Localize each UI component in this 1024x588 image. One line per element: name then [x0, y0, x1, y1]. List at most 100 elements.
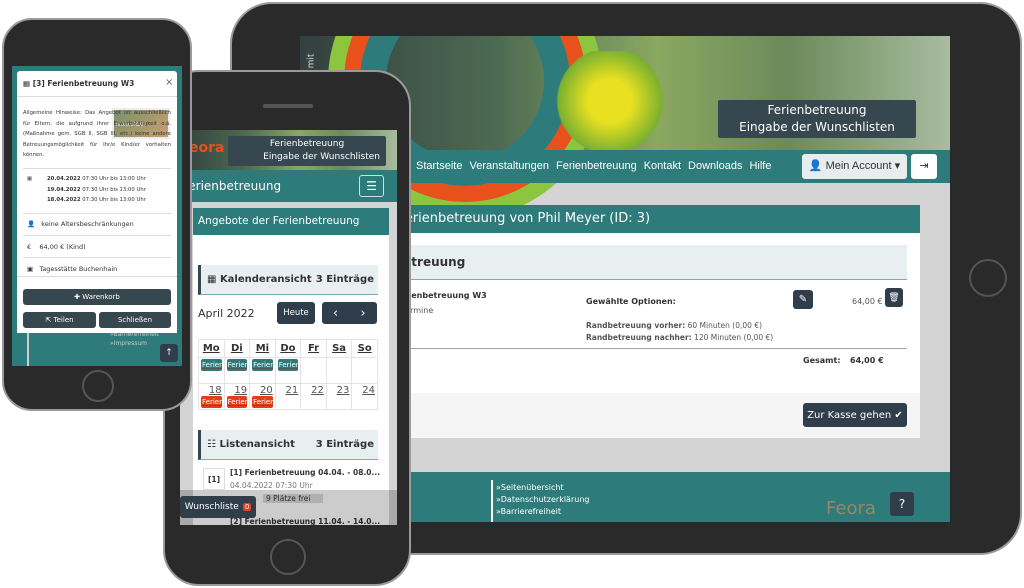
modal-close-button[interactable]: × — [165, 77, 173, 88]
prev-month-button[interactable]: ‹ — [322, 302, 349, 324]
hamburger-button[interactable]: ☰ — [359, 175, 384, 197]
opt2-label: Randbetreuung nachher: — [586, 333, 692, 342]
logout-icon: ⇥ — [919, 160, 929, 172]
euro-icon: € — [27, 243, 32, 251]
list-header: ☷ Listenansicht 3 Einträge — [198, 430, 378, 460]
close-modal-button[interactable]: Schließen — [99, 312, 171, 328]
share-button[interactable]: ⇱ Teilen — [23, 312, 96, 328]
phone-banner-line1: Ferienbetreuung — [269, 139, 345, 149]
delete-button[interactable]: 🗑 — [885, 288, 903, 307]
day-number: 22 — [311, 385, 324, 396]
panel-title-text: Ferienbetreuung von Phil Meyer (ID: 3) — [398, 211, 651, 226]
banner-line1: Ferienbetreuung — [767, 103, 867, 117]
calendar-event[interactable]: Ferien — [201, 359, 222, 371]
nav-ferienbetreuung[interactable]: Ferienbetreuung — [556, 160, 637, 172]
nav-veranstaltungen[interactable]: Veranstaltungen — [469, 160, 549, 172]
offer-modal: ▦ [3] Ferienbetreuung W3 × FEORA UPDATE … — [17, 71, 177, 333]
calendar-header: ▦ Kalenderansicht 3 Einträge — [198, 265, 378, 295]
weekday-header[interactable]: Sa — [325, 339, 353, 358]
checkout-button[interactable]: Zur Kasse gehen ✔ — [803, 403, 907, 427]
footer-link-privacy[interactable]: »Datenschutzerklärung — [496, 494, 589, 506]
total-value: 64,00 € — [850, 356, 884, 365]
scroll-top-button[interactable]: ↑ — [160, 344, 178, 362]
weekday-header[interactable]: Fr — [300, 339, 327, 358]
feora-logo: Feora — [826, 498, 876, 519]
add-to-cart-button[interactable]: ✚ Warenkorb — [23, 289, 171, 305]
date: 20.04.2022 — [47, 176, 81, 182]
help-button[interactable]: ? — [890, 492, 914, 516]
account-button[interactable]: 👤 Mein Account ▾ — [802, 154, 907, 179]
calendar-icon: ▦ — [207, 274, 217, 285]
banner-line2: Eingabe der Wunschlisten — [739, 120, 895, 134]
wishlist-button[interactable]: Wunschliste 0 — [180, 496, 256, 518]
modal-notice: Allgemeine Hinweise: Das Angebot ist aus… — [23, 110, 171, 158]
modal-age: 👤 keine Altersbeschränkungen — [27, 220, 134, 228]
nav-kontakt[interactable]: Kontakt — [644, 160, 681, 172]
plus-icon: ✚ — [74, 293, 80, 301]
calendar-day[interactable]: Ferien — [274, 357, 302, 384]
calendar-day[interactable]: Ferien — [249, 357, 276, 384]
day-number: 24 — [362, 385, 375, 396]
logout-button[interactable]: ⇥ — [911, 154, 937, 179]
date-row: 20.04.2022 07:30 Uhr bis 13:00 Uhr — [47, 174, 171, 185]
calendar-day[interactable]: Ferien — [223, 357, 251, 384]
calendar-day[interactable] — [325, 357, 353, 384]
list-title: Listenansicht — [219, 439, 295, 450]
edit-button[interactable]: ✎ — [793, 290, 813, 309]
user-icon: 👤 — [808, 160, 823, 172]
phone-banner-line2: Eingabe der Wunschlisten — [263, 152, 380, 162]
date: 19.04.2022 — [47, 186, 81, 193]
calendar-event[interactable]: Ferien — [277, 359, 299, 371]
calendar-day[interactable]: 18 Ferien — [198, 383, 225, 410]
modal-location: ▣ Tagesstätte Buchenhain — [27, 265, 117, 273]
phone-banner: Feora Ferienbetreuung Eingabe der Wunsch… — [180, 130, 397, 170]
divider — [390, 348, 907, 349]
calendar-day[interactable]: 24 — [351, 383, 378, 410]
date: 18.04.2022 — [47, 197, 81, 203]
calendar-month: April 2022 — [198, 307, 255, 320]
footer-link-accessibility[interactable]: »Barrierefreiheit — [496, 506, 589, 518]
weekday-header[interactable]: Di — [223, 339, 251, 358]
modal-price: € 64,00 € (Kind) — [27, 243, 86, 251]
nav-hilfe[interactable]: Hilfe — [749, 160, 771, 172]
phone-home-button — [270, 539, 306, 575]
cart-label: Warenkorb — [82, 293, 120, 301]
calendar-day[interactable]: 20 Ferien — [249, 383, 276, 410]
calendar-event[interactable]: Ferien — [252, 396, 273, 408]
time: 07:30 Uhr bis 13:00 Uhr — [82, 186, 146, 193]
calendar-day[interactable]: 21 — [274, 383, 302, 410]
panel-title: Ferienbetreuung von Phil Meyer (ID: 3) — [390, 205, 920, 233]
calendar-day[interactable]: 22 — [300, 383, 327, 410]
calendar-day[interactable] — [351, 357, 378, 384]
section-header: Betreuung — [390, 245, 907, 280]
calendar-day[interactable]: 19 Ferien — [223, 383, 251, 410]
weekday-header[interactable]: Mi — [249, 339, 276, 358]
calendar-event[interactable]: Ferien — [226, 396, 248, 408]
age-text: keine Altersbeschränkungen — [41, 220, 134, 228]
next-month-button[interactable]: › — [349, 302, 377, 324]
trash-icon: 🗑 — [888, 292, 900, 303]
calendar-day[interactable] — [300, 357, 327, 384]
date-row: 18.04.2022 07:30 Uhr bis 13:00 Uhr — [47, 195, 171, 206]
weekday-header[interactable]: So — [351, 339, 378, 358]
small-phone-home-button — [82, 370, 114, 402]
calendar-count: 3 Einträge — [315, 274, 374, 285]
opt2-value: 120 Minuten (0,00 €) — [694, 333, 774, 342]
day-number: 20 — [259, 385, 273, 396]
calendar-event[interactable]: Ferien — [201, 396, 222, 408]
today-button[interactable]: Heute — [277, 302, 315, 324]
calendar-event[interactable]: Ferien — [252, 359, 273, 371]
time: 07:30 Uhr bis 13:00 Uhr — [82, 176, 146, 182]
modal-dates: ▦ 20.04.2022 07:30 Uhr bis 13:00 Uhr 19.… — [23, 174, 171, 206]
nav-downloads[interactable]: Downloads — [688, 160, 742, 172]
bg-link-imprint[interactable]: »Impressum — [110, 339, 159, 348]
weekday-header[interactable]: Do — [274, 339, 302, 358]
weekday-header[interactable]: Mo — [198, 339, 225, 358]
calendar-day[interactable]: 23 — [325, 383, 353, 410]
banner-title-box: Ferienbetreuung Eingabe der Wunschlisten — [718, 100, 916, 138]
pencil-icon: ✎ — [798, 294, 808, 305]
calendar-day[interactable]: Ferien — [198, 357, 225, 384]
calendar-event[interactable]: Ferien — [226, 359, 248, 371]
nav-startseite[interactable]: Startseite — [416, 160, 462, 172]
footer-link-sitemap[interactable]: »Seitenübersicht — [496, 482, 589, 494]
